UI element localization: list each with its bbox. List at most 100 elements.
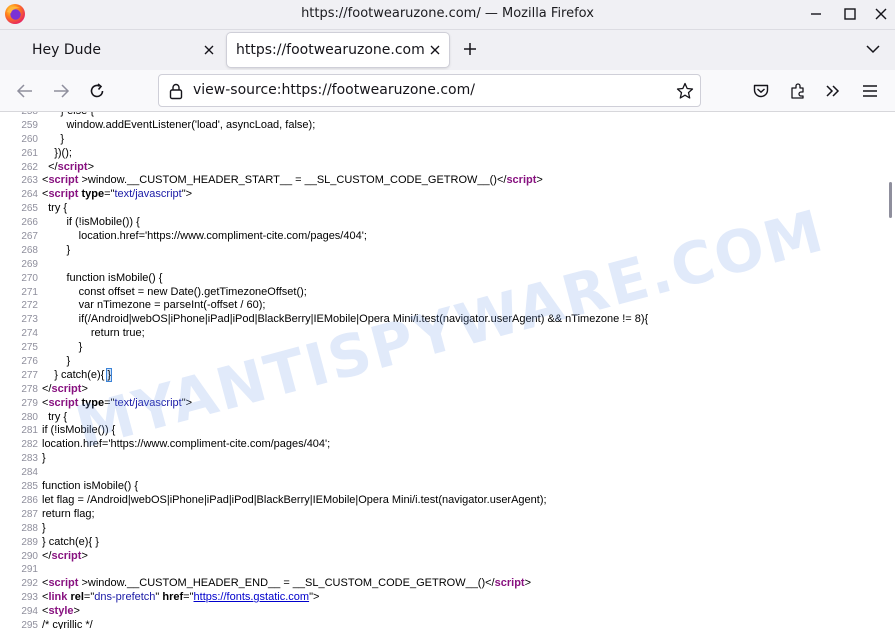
source-line: 275 } <box>0 341 887 355</box>
source-lines: 258 } else {259 window.addEventListener(… <box>0 112 887 629</box>
lock-icon[interactable] <box>168 82 184 100</box>
code-token: > <box>81 549 88 562</box>
hamburger-menu-icon[interactable] <box>861 82 879 100</box>
minimize-icon[interactable] <box>807 5 825 23</box>
code-token: } <box>42 243 71 256</box>
line-code: } <box>42 341 83 355</box>
tab-hey-dude[interactable]: Hey Dude <box>20 33 226 67</box>
code-token: var nTimezone = parseInt(-offset / 60); <box>42 299 266 312</box>
code-token: script <box>506 174 537 187</box>
source-line: 268 } <box>0 244 887 258</box>
source-line: 278 </script> <box>0 383 887 397</box>
line-code: <script type="text/javascript"> <box>42 397 192 411</box>
source-line: 260 } <box>0 133 887 147</box>
line-code: location.href='https://www.compliment-ci… <box>42 230 367 244</box>
url-bar[interactable]: view-source:https://footwearuzone.com/ <box>158 74 701 107</box>
maximize-icon[interactable] <box>841 5 859 23</box>
url-text[interactable]: view-source:https://footwearuzone.com/ <box>193 82 475 98</box>
code-token: function isMobile() { <box>42 271 163 284</box>
line-code: } else { <box>42 112 94 119</box>
forward-arrow-icon[interactable] <box>52 82 70 100</box>
source-line: 285 function isMobile() { <box>0 480 887 494</box>
code-token: const offset = new Date().getTimezoneOff… <box>42 285 307 298</box>
scrollbar-thumb[interactable] <box>889 182 892 218</box>
back-arrow-icon[interactable] <box>16 82 34 100</box>
source-line: 258 } else { <box>0 112 887 119</box>
line-number: 259 <box>21 119 38 131</box>
window-title: https://footwearuzone.com/ — Mozilla Fir… <box>301 6 594 21</box>
code-token: =" <box>183 591 194 604</box>
line-code: function isMobile() { <box>42 272 162 286</box>
line-code: } <box>42 522 46 536</box>
line-code: <link rel="dns-prefetch" href="https://f… <box>42 591 319 605</box>
code-token: if(/Android|webOS|iPhone|iPad|iPod|Black… <box>42 313 649 326</box>
line-code: <style> <box>42 605 80 619</box>
code-token: =" <box>83 591 95 604</box>
line-code: } <box>42 133 64 147</box>
source-line: 276 } <box>0 355 887 369</box>
line-code: <script >window.__CUSTOM_HEADER_END__ = … <box>42 577 531 591</box>
line-code: let flag = /Android|webOS|iPhone|iPad|iP… <box>42 494 547 508</box>
line-number: 268 <box>21 244 38 256</box>
overflow-chevrons-icon[interactable] <box>824 82 842 100</box>
code-token: rel <box>70 591 84 604</box>
tab-close-icon[interactable] <box>202 43 216 57</box>
code-token: } <box>42 355 71 368</box>
code-token: } <box>42 341 83 354</box>
new-tab-plus-icon[interactable] <box>462 41 478 57</box>
line-number: 295 <box>21 619 38 629</box>
source-line: 263 <script >window.__CUSTOM_HEADER_START… <box>0 174 887 188</box>
source-line: 271 const offset = new Date().getTimezon… <box>0 286 887 300</box>
source-line: 284 <box>0 466 887 480</box>
chevron-down-icon[interactable] <box>865 42 881 56</box>
line-number: 288 <box>21 522 38 534</box>
line-number: 272 <box>21 300 38 312</box>
line-code: </script> <box>42 161 94 175</box>
tab-strip: Hey Dude https://footwearuzone.com/ <box>0 30 895 70</box>
code-token: location.href='https://www.compliment-ci… <box>42 438 331 451</box>
tab-close-icon[interactable] <box>428 43 442 57</box>
line-number: 271 <box>21 286 38 298</box>
pocket-icon[interactable] <box>752 82 770 100</box>
code-token: type <box>81 396 105 409</box>
line-number: 263 <box>21 175 38 187</box>
line-number: 293 <box>21 592 38 604</box>
navigation-toolbar: view-source:https://footwearuzone.com/ <box>0 70 895 112</box>
line-number: 284 <box>21 467 38 479</box>
line-number: 258 <box>0 112 38 119</box>
line-code: function isMobile() { <box>42 480 138 494</box>
code-token: type <box>81 188 105 201</box>
source-view[interactable]: 258 } else {259 window.addEventListener(… <box>0 112 887 629</box>
star-icon[interactable] <box>676 82 694 100</box>
code-token: "> <box>309 591 320 604</box>
code-token: "> <box>181 396 193 409</box>
source-line: 283} <box>0 452 887 466</box>
line-number: 262 <box>21 161 38 173</box>
code-token: script <box>51 549 82 562</box>
close-icon[interactable] <box>872 5 890 23</box>
extensions-icon[interactable] <box>789 82 807 100</box>
source-link[interactable]: https://fonts.gstatic.com <box>194 591 310 603</box>
reload-icon[interactable] <box>88 82 106 100</box>
source-line: 267 location.href='https://www.complimen… <box>0 230 887 244</box>
code-token: > <box>73 605 80 618</box>
line-number: 273 <box>21 314 38 326</box>
line-number: 274 <box>21 328 38 340</box>
code-token: =" <box>104 188 115 201</box>
line-code: } <box>42 244 70 258</box>
code-token: > <box>524 577 532 590</box>
source-line: 286 let flag = /Android|webOS|iPhone|iPad… <box>0 494 887 508</box>
line-code: if (!isMobile()) { <box>42 424 115 438</box>
line-code: try { <box>42 411 67 425</box>
vertical-scrollbar[interactable] <box>887 112 895 629</box>
source-line: 281 if (!isMobile()) { <box>0 424 887 438</box>
line-number: 278 <box>21 383 38 395</box>
code-token: script <box>494 577 525 590</box>
code-token: >window.__CUSTOM_HEADER_START__ = __SL_C… <box>78 174 507 187</box>
code-token: function isMobile() { <box>42 480 138 493</box>
code-token: script <box>57 160 88 173</box>
line-code: location.href='https://www.compliment-ci… <box>42 438 330 452</box>
code-token: > <box>87 160 94 173</box>
tab-footwearuzone[interactable]: https://footwearuzone.com/ <box>227 33 449 67</box>
line-number: 276 <box>21 356 38 368</box>
